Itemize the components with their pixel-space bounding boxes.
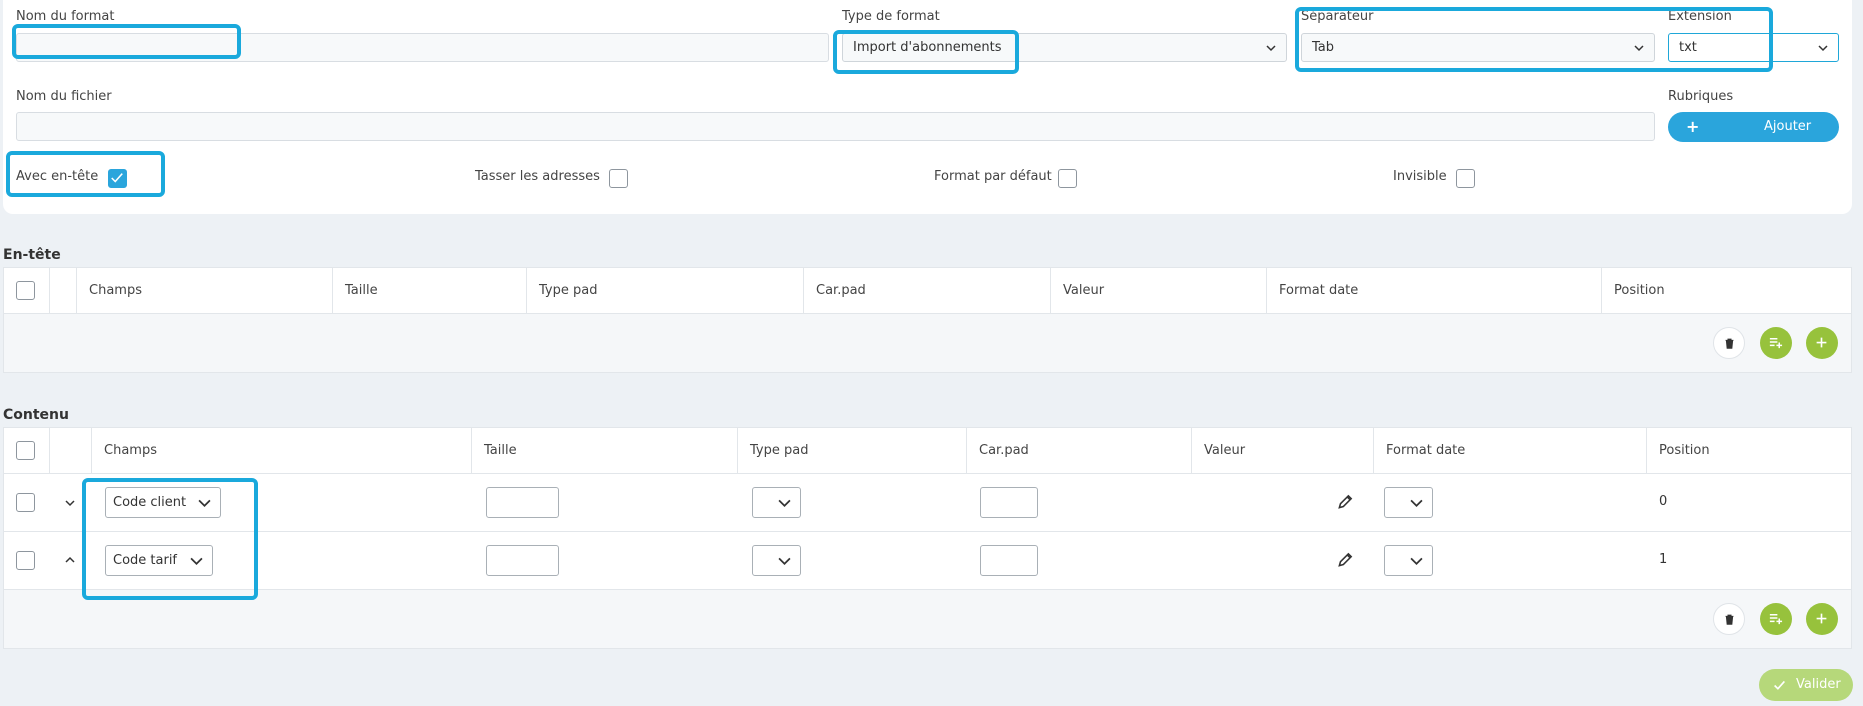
format-date-select[interactable]: [1384, 545, 1433, 576]
chevron-down-icon: [1410, 499, 1423, 507]
valider-button[interactable]: Valider: [1759, 669, 1853, 701]
column-header: Car.pad: [803, 268, 866, 314]
column-header: Valeur: [1050, 268, 1104, 314]
entete-section-title: En-tête: [3, 247, 61, 263]
type-format-label: Type de format: [842, 9, 940, 24]
entete-add-button[interactable]: [1806, 327, 1838, 359]
column-header: Type pad: [526, 268, 597, 314]
nom-fichier-input[interactable]: [16, 112, 1655, 141]
chevron-down-icon[interactable]: [65, 498, 75, 508]
column-header: Champs: [76, 268, 142, 314]
format-defaut-checkbox[interactable]: [1058, 169, 1077, 188]
car-pad-input[interactable]: [980, 545, 1038, 576]
column-header: Format date: [1373, 428, 1465, 474]
column-header: Car.pad: [966, 428, 1029, 474]
contenu-delete-button[interactable]: [1713, 603, 1745, 635]
highlight-box: [12, 24, 241, 59]
highlight-box: [833, 30, 1019, 74]
format-defaut-label: Format par défaut: [934, 169, 1052, 184]
chevron-down-icon: [778, 499, 791, 507]
plus-icon: [1816, 337, 1827, 348]
position-value: 0: [1659, 494, 1668, 509]
table-row: Code client 0: [4, 474, 1851, 532]
nom-format-label: Nom du format: [16, 9, 115, 24]
chevron-down-icon: [1410, 557, 1423, 565]
table-row: Code tarif 1: [4, 532, 1851, 590]
ajouter-button[interactable]: + Ajouter: [1668, 112, 1839, 142]
pencil-icon[interactable]: [1336, 493, 1354, 511]
column-header: Champs: [91, 428, 157, 474]
row-checkbox[interactable]: [16, 493, 35, 512]
pencil-icon[interactable]: [1336, 551, 1354, 569]
tasser-adresses-checkbox[interactable]: [609, 169, 628, 188]
row-checkbox[interactable]: [16, 551, 35, 570]
chevron-down-icon: [1266, 45, 1276, 52]
playlist-add-icon: [1769, 614, 1783, 625]
chevron-down-icon: [778, 557, 791, 565]
entete-delete-button[interactable]: [1713, 327, 1745, 359]
invisible-label: Invisible: [1393, 169, 1447, 184]
invisible-checkbox[interactable]: [1456, 169, 1475, 188]
trash-icon: [1725, 614, 1734, 625]
format-date-select[interactable]: [1384, 487, 1433, 518]
header-spacer: [49, 428, 91, 474]
entete-table-header: Champs Taille Type pad Car.pad Valeur Fo…: [4, 268, 1851, 314]
plus-icon: [1816, 613, 1827, 624]
entete-add-list-button[interactable]: [1760, 327, 1792, 359]
column-header: Type pad: [737, 428, 808, 474]
taille-input[interactable]: [486, 487, 559, 518]
trash-icon: [1725, 338, 1734, 349]
check-icon: [1774, 680, 1785, 690]
rubriques-label: Rubriques: [1668, 89, 1734, 104]
chevron-down-icon: [1818, 45, 1828, 52]
column-header: Position: [1646, 428, 1710, 474]
highlight-box: [1295, 7, 1773, 72]
position-value: 1: [1659, 552, 1668, 567]
entete-select-all-checkbox[interactable]: [16, 281, 35, 300]
nom-fichier-label: Nom du fichier: [16, 89, 112, 104]
contenu-section-title: Contenu: [3, 407, 69, 423]
column-header: Taille: [471, 428, 517, 474]
taille-input[interactable]: [486, 545, 559, 576]
contenu-table-header: Champs Taille Type pad Car.pad Valeur Fo…: [4, 428, 1851, 474]
plus-icon: +: [1686, 117, 1700, 136]
chevron-up-icon[interactable]: [65, 555, 75, 565]
type-pad-select[interactable]: [752, 487, 801, 518]
column-header: Format date: [1266, 268, 1358, 314]
type-pad-select[interactable]: [752, 545, 801, 576]
car-pad-input[interactable]: [980, 487, 1038, 518]
header-spacer: [49, 268, 76, 314]
contenu-select-all-checkbox[interactable]: [16, 441, 35, 460]
contenu-add-button[interactable]: [1806, 603, 1838, 635]
playlist-add-icon: [1769, 338, 1783, 349]
contenu-add-list-button[interactable]: [1760, 603, 1792, 635]
column-header: Taille: [332, 268, 378, 314]
ajouter-label: Ajouter: [1764, 119, 1812, 134]
highlight-box: [6, 151, 165, 197]
column-header: Position: [1601, 268, 1665, 314]
column-header: Valeur: [1191, 428, 1245, 474]
highlight-box: [82, 478, 258, 600]
valider-label: Valider: [1796, 677, 1841, 692]
tasser-adresses-label: Tasser les adresses: [475, 169, 600, 184]
